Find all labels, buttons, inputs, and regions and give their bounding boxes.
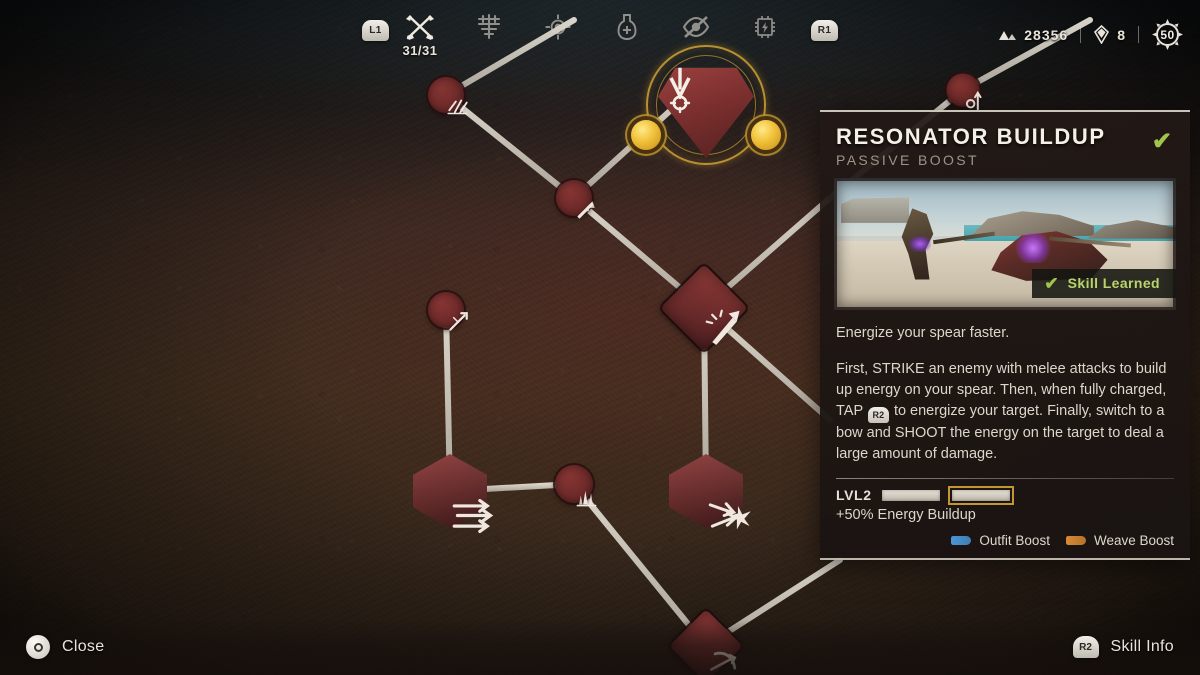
l1-bumper-button[interactable]: L1 xyxy=(362,20,389,41)
skill-tree-tab-hunter[interactable] xyxy=(531,12,585,42)
boost-legend-outfit: Outfit Boost xyxy=(951,533,1050,548)
r2-button-inline-icon: R2 xyxy=(867,406,889,423)
player-level-value: 50 xyxy=(1160,27,1175,42)
skill-node-n-right-major[interactable] xyxy=(669,454,751,530)
skill-level-segment-2 xyxy=(947,485,1014,505)
skill-title: RESONATOR BUILDUP xyxy=(836,124,1106,149)
skill-detail-panel: RESONATOR BUILDUP PASSIVE BOOST ✔ ✔ Skil… xyxy=(820,110,1190,560)
outfit-boost-pip-icon xyxy=(951,536,972,545)
weave-boost-label: Weave Boost xyxy=(1093,533,1174,548)
crossed-out-eye-icon xyxy=(681,12,711,42)
skill-learned-badge: ✔ Skill Learned xyxy=(1032,268,1176,298)
circle-button-glyph xyxy=(33,642,43,652)
circle-button-icon[interactable] xyxy=(26,635,50,659)
potion-flask-icon xyxy=(616,12,638,42)
outfit-boost-label: Outfit Boost xyxy=(979,533,1050,548)
skill-node-n-top-left[interactable] xyxy=(424,73,468,117)
skill-tree-tab-warrior[interactable]: 31/31 xyxy=(393,12,447,58)
top-hud-bar: L1 R1 31/31 28356 8 50 xyxy=(0,0,1200,62)
player-level-badge: 50 xyxy=(1151,18,1184,51)
skill-long-description: First, STRIKE an enemy with melee attack… xyxy=(836,359,1174,464)
weave-boost-pip-icon xyxy=(1065,536,1086,545)
skill-points-value: 8 xyxy=(1117,26,1126,43)
crossed-spears-icon xyxy=(403,12,437,42)
selected-node-orb-left xyxy=(631,120,661,150)
skill-tree-tab-trapper[interactable] xyxy=(462,12,516,42)
selected-node-orb-right xyxy=(751,120,781,150)
skill-level-label: LVL2 xyxy=(836,487,872,503)
skill-learned-check-icon: ✔ xyxy=(1151,128,1172,155)
skill-tree-tab-survivor[interactable] xyxy=(600,12,654,42)
skill-node-n-right-upper[interactable] xyxy=(942,69,984,111)
skill-info-hint[interactable]: R2 Skill Info xyxy=(1072,636,1174,658)
skill-level-effect: +50% Energy Buildup xyxy=(836,507,976,523)
skill-tree-tab-infiltrator[interactable] xyxy=(669,12,723,42)
skill-level-row: LVL2 xyxy=(820,479,1190,505)
skill-node-n-right-mid[interactable] xyxy=(660,264,748,352)
skill-points-group: 8 xyxy=(1081,25,1138,44)
target-reticle-icon xyxy=(545,12,571,42)
skill-tree-screen: L1 R1 31/31 28356 8 50 RESONATOR BUILDUP… xyxy=(0,0,1200,675)
xp-value: 28356 xyxy=(1024,26,1069,43)
skill-description-body: Energize your spear faster. First, STRIK… xyxy=(820,310,1190,464)
circuit-chip-icon xyxy=(753,12,777,42)
trap-icon xyxy=(475,12,503,42)
xp-shard-icon xyxy=(999,30,1017,40)
skill-short-description: Energize your spear faster. xyxy=(836,324,1010,341)
skill-learned-check-glyph: ✔ xyxy=(1044,273,1059,293)
skill-info-label: Skill Info xyxy=(1110,638,1174,655)
skill-panel-header: RESONATOR BUILDUP PASSIVE BOOST ✔ xyxy=(820,112,1190,174)
skill-node-n-left-major[interactable] xyxy=(413,454,494,534)
skill-level-segments xyxy=(881,485,1014,505)
resource-divider-2 xyxy=(1138,26,1139,43)
resources-display: 28356 8 50 xyxy=(986,18,1184,51)
skill-preview-image: ✔ Skill Learned xyxy=(834,178,1176,310)
skill-node-n-left-mid[interactable] xyxy=(424,288,468,332)
skill-node-n-center-lower[interactable] xyxy=(551,461,597,507)
skill-learned-label: Skill Learned xyxy=(1067,275,1160,292)
boost-legend: Outfit Boost Weave Boost xyxy=(820,523,1190,558)
skill-point-icon xyxy=(1094,25,1110,44)
skill-tree-tab-machine-master[interactable] xyxy=(738,12,792,42)
close-label: Close xyxy=(62,638,105,655)
skill-subtitle: PASSIVE BOOST xyxy=(836,152,979,168)
skill-node-selected-resonator-buildup[interactable] xyxy=(630,44,782,176)
boost-legend-weave: Weave Boost xyxy=(1065,533,1174,548)
r1-bumper-button[interactable]: R1 xyxy=(811,20,838,41)
close-hint[interactable]: Close xyxy=(26,635,104,659)
tab-warrior-count: 31/31 xyxy=(402,43,438,58)
bottom-hint-bar: Close R2 Skill Info xyxy=(0,619,1200,675)
xp-group: 28356 xyxy=(986,27,1080,43)
skill-level-segment-1 xyxy=(881,489,940,501)
r2-trigger-button[interactable]: R2 xyxy=(1072,636,1099,658)
skill-node-n-mid-upper[interactable] xyxy=(552,176,596,220)
